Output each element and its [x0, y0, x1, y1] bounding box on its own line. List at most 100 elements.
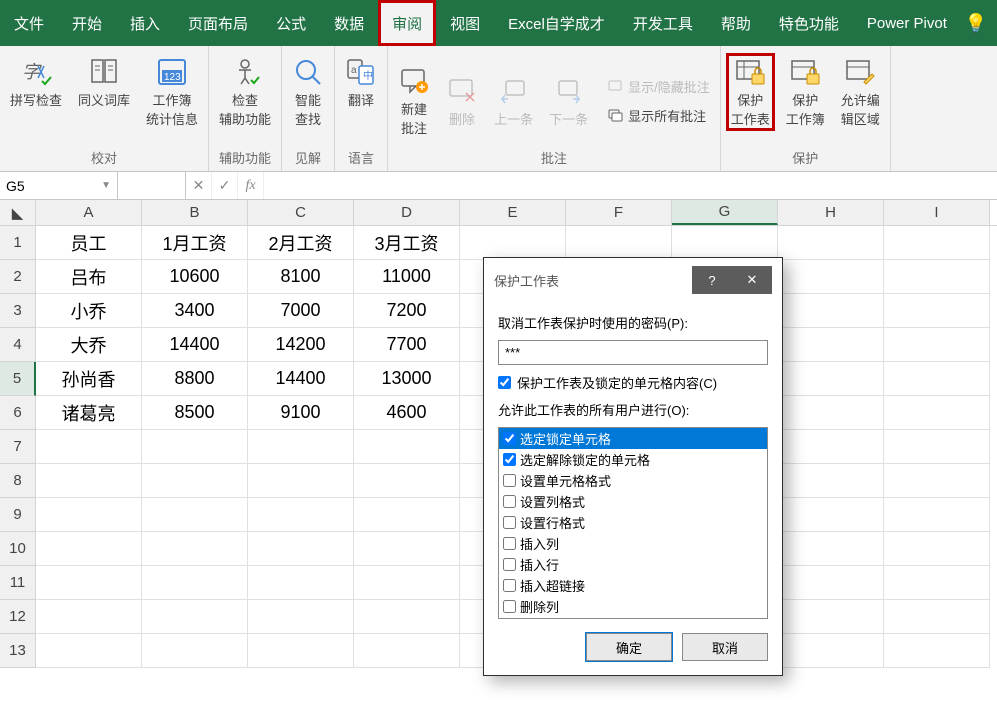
cell[interactable] — [248, 498, 354, 532]
cell[interactable] — [778, 498, 884, 532]
cell[interactable] — [672, 226, 778, 260]
protect-sheet-button[interactable]: 保护 工作表 — [727, 54, 774, 130]
cell[interactable] — [884, 634, 990, 668]
cell[interactable] — [778, 294, 884, 328]
cell[interactable]: 3月工资 — [354, 226, 460, 260]
ok-button[interactable]: 确定 — [586, 633, 672, 661]
tab-公式[interactable]: 公式 — [262, 0, 320, 46]
cell[interactable] — [778, 362, 884, 396]
cell[interactable] — [778, 328, 884, 362]
cell[interactable] — [142, 600, 248, 634]
cell[interactable] — [36, 464, 142, 498]
cell[interactable] — [884, 498, 990, 532]
cell[interactable] — [884, 328, 990, 362]
cell[interactable] — [884, 294, 990, 328]
cell[interactable] — [248, 464, 354, 498]
cell[interactable] — [778, 396, 884, 430]
cell[interactable] — [354, 566, 460, 600]
row-header[interactable]: 2 — [0, 260, 36, 294]
cell[interactable]: 3400 — [142, 294, 248, 328]
cell[interactable] — [778, 634, 884, 668]
dialog-close-button[interactable]: ✕ — [732, 266, 772, 294]
row-header[interactable]: 10 — [0, 532, 36, 566]
row-header[interactable]: 4 — [0, 328, 36, 362]
cell[interactable] — [884, 566, 990, 600]
cell[interactable] — [248, 532, 354, 566]
protect-workbook-button[interactable]: 保护 工作簿 — [782, 54, 829, 130]
cell[interactable] — [884, 226, 990, 260]
cell[interactable]: 吕布 — [36, 260, 142, 294]
permission-checkbox[interactable] — [503, 558, 516, 571]
cell[interactable]: 11000 — [354, 260, 460, 294]
col-header-D[interactable]: D — [354, 200, 460, 225]
tab-开始[interactable]: 开始 — [58, 0, 116, 46]
thesaurus-button[interactable]: 同义词库 — [74, 54, 134, 111]
tab-Excel自学成才[interactable]: Excel自学成才 — [494, 0, 619, 46]
cell[interactable] — [884, 464, 990, 498]
row-header[interactable]: 8 — [0, 464, 36, 498]
cell[interactable] — [354, 532, 460, 566]
tab-Power Pivot[interactable]: Power Pivot — [853, 0, 961, 46]
cell[interactable] — [142, 430, 248, 464]
insert-function-button[interactable]: fx — [238, 172, 264, 199]
formula-enter-button[interactable]: ✓ — [212, 172, 238, 199]
permission-checkbox[interactable] — [503, 537, 516, 550]
smart-lookup-button[interactable]: 智能 查找 — [288, 54, 328, 130]
row-header[interactable]: 7 — [0, 430, 36, 464]
cell[interactable] — [354, 634, 460, 668]
cell[interactable] — [778, 566, 884, 600]
tab-开发工具[interactable]: 开发工具 — [619, 0, 707, 46]
col-header-B[interactable]: B — [142, 200, 248, 225]
tab-视图[interactable]: 视图 — [436, 0, 494, 46]
cell[interactable]: 14400 — [248, 362, 354, 396]
permission-checkbox[interactable] — [503, 579, 516, 592]
cell[interactable] — [884, 430, 990, 464]
cell[interactable] — [884, 600, 990, 634]
permission-item[interactable]: 插入列 — [499, 533, 767, 554]
cell[interactable] — [778, 430, 884, 464]
row-header[interactable]: 12 — [0, 600, 36, 634]
showall-comments-button[interactable]: 显示所有批注 — [604, 104, 714, 127]
cell[interactable] — [884, 362, 990, 396]
cell[interactable] — [778, 260, 884, 294]
translate-button[interactable]: a中 翻译 — [341, 54, 381, 111]
cell[interactable] — [36, 566, 142, 600]
col-header-A[interactable]: A — [36, 200, 142, 225]
spellcheck-button[interactable]: 字 拼写检查 — [6, 54, 66, 111]
cell[interactable]: 诸葛亮 — [36, 396, 142, 430]
permission-checkbox[interactable] — [503, 600, 516, 613]
cell[interactable]: 8800 — [142, 362, 248, 396]
row-header[interactable]: 1 — [0, 226, 36, 260]
tab-特色功能[interactable]: 特色功能 — [765, 0, 853, 46]
formula-input[interactable] — [264, 172, 997, 199]
protect-contents-checkbox[interactable] — [498, 376, 511, 389]
formula-cancel-button[interactable]: ✕ — [186, 172, 212, 199]
cell[interactable] — [884, 260, 990, 294]
cell[interactable] — [778, 600, 884, 634]
permission-item[interactable]: 选定解除锁定的单元格 — [499, 449, 767, 470]
cell[interactable] — [460, 226, 566, 260]
cell[interactable] — [354, 600, 460, 634]
permission-checkbox[interactable] — [503, 516, 516, 529]
permission-item[interactable]: 选定锁定单元格 — [499, 428, 767, 449]
row-header[interactable]: 5 — [0, 362, 36, 396]
cell[interactable] — [142, 498, 248, 532]
cell[interactable]: 8500 — [142, 396, 248, 430]
tab-文件[interactable]: 文件 — [0, 0, 58, 46]
workbook-stats-button[interactable]: 123 工作簿 统计信息 — [142, 54, 202, 130]
permission-checkbox[interactable] — [503, 474, 516, 487]
row-header[interactable]: 3 — [0, 294, 36, 328]
cell[interactable] — [248, 566, 354, 600]
cell[interactable] — [248, 600, 354, 634]
cell[interactable]: 小乔 — [36, 294, 142, 328]
cell[interactable] — [36, 430, 142, 464]
row-header[interactable]: 11 — [0, 566, 36, 600]
cell[interactable] — [142, 634, 248, 668]
cell[interactable] — [778, 464, 884, 498]
permission-item[interactable]: 设置列格式 — [499, 491, 767, 512]
permission-item[interactable]: 删除行 — [499, 617, 767, 619]
cell[interactable]: 1月工资 — [142, 226, 248, 260]
cell[interactable] — [778, 532, 884, 566]
tab-数据[interactable]: 数据 — [320, 0, 378, 46]
dialog-titlebar[interactable]: 保护工作表 ? ✕ — [484, 258, 782, 303]
